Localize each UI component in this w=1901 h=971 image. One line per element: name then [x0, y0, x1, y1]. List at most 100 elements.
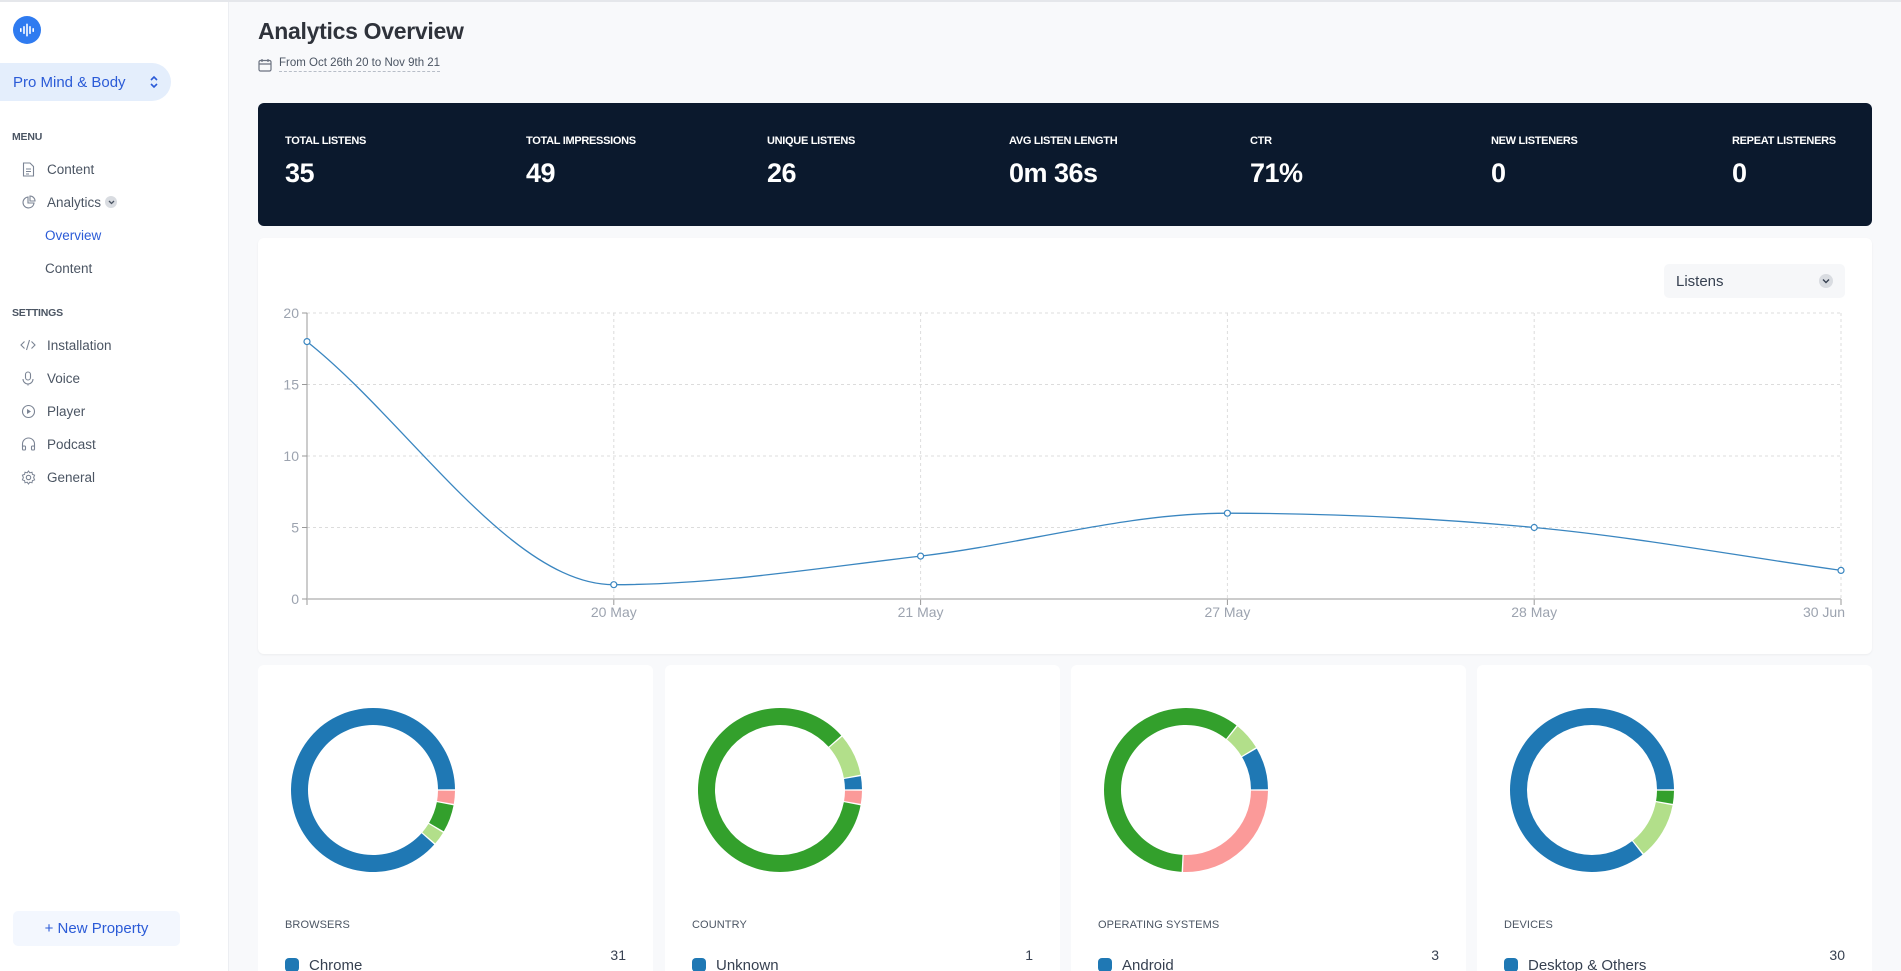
stat-total-impressions: TOTAL IMPRESSIONS 49 — [526, 135, 636, 189]
legend-label: Unknown — [716, 956, 779, 971]
microphone-icon — [20, 370, 36, 386]
sidebar-item-label: Content — [47, 161, 95, 177]
date-range-picker[interactable]: From Oct 26th 20 to Nov 9th 21 — [258, 57, 441, 72]
stat-value: 26 — [767, 158, 797, 188]
donut-slice[interactable] — [291, 708, 455, 872]
chevron-up-down-icon — [150, 75, 158, 89]
property-name: Pro Mind & Body — [13, 73, 126, 91]
stats-banner: TOTAL LISTENS 35 TOTAL IMPRESSIONS 49 UN… — [258, 103, 1872, 226]
sidebar-item-label: Podcast — [47, 436, 96, 452]
sidebar-item-label: Installation — [47, 337, 112, 353]
data-point[interactable] — [1223, 509, 1232, 517]
donut-slice[interactable] — [829, 736, 861, 778]
donut-title: COUNTRY — [692, 919, 747, 931]
donut-slice[interactable] — [1632, 802, 1673, 854]
metric-select-value: Listens — [1676, 272, 1724, 290]
headphones-icon — [20, 436, 36, 452]
stat-label: UNIQUE LISTENS — [767, 135, 856, 147]
legend-item[interactable]: Desktop & Others 30 — [1504, 947, 1845, 971]
data-point[interactable] — [916, 552, 925, 560]
donut-slice[interactable] — [1656, 790, 1674, 804]
stat-value: 71% — [1250, 158, 1303, 188]
play-circle-icon — [20, 403, 36, 419]
date-range-text: From Oct 26th 20 to Nov 9th 21 — [279, 57, 441, 72]
country-donut-chart — [698, 708, 862, 872]
sidebar-item-label: Player — [47, 403, 86, 419]
document-icon — [20, 161, 36, 177]
chevron-down-icon — [1819, 274, 1833, 288]
legend-count: 31 — [610, 947, 626, 963]
donut-slice[interactable] — [437, 790, 455, 804]
legend-item[interactable]: Unknown 1 — [692, 947, 1033, 971]
legend-label: Desktop & Others — [1528, 956, 1647, 971]
donut-title: DEVICES — [1504, 919, 1553, 931]
pie-chart-icon — [20, 194, 36, 210]
sidebar-item-podcast[interactable]: Podcast — [20, 433, 96, 455]
donut-slice[interactable] — [698, 708, 861, 872]
legend-swatch — [1504, 958, 1518, 971]
legend-count: 30 — [1829, 947, 1845, 963]
legend-swatch — [1098, 958, 1112, 971]
data-point[interactable] — [303, 338, 311, 346]
stat-label: CTR — [1250, 135, 1272, 147]
sidebar-subitem-overview[interactable]: Overview — [45, 224, 101, 246]
sidebar-item-analytics[interactable]: Analytics — [20, 191, 118, 213]
data-point[interactable] — [610, 581, 618, 589]
legend-swatch — [285, 958, 299, 971]
stat-value: 35 — [285, 158, 315, 188]
sidebar: Pro Mind & Body MENU Content Analytics O… — [0, 0, 229, 971]
stat-label: TOTAL LISTENS — [285, 135, 367, 147]
sidebar-item-label: General — [47, 469, 96, 485]
listens-chart-card — [258, 238, 1872, 654]
sidebar-item-label: Analytics — [47, 194, 102, 210]
stat-ctr: CTR 71% — [1250, 135, 1303, 189]
browsers-donut-chart — [291, 708, 455, 872]
sidebar-item-label: Voice — [47, 370, 81, 386]
sidebar-item-installation[interactable]: Installation — [20, 334, 112, 356]
chevron-down-icon[interactable] — [105, 196, 118, 208]
new-property-button[interactable]: + New Property — [13, 911, 180, 946]
sidebar-subitem-content[interactable]: Content — [45, 257, 92, 279]
stat-value: 49 — [526, 158, 556, 188]
data-point[interactable] — [1837, 566, 1845, 575]
operating-systems-donut-chart — [1104, 708, 1268, 872]
top-border — [0, 0, 1901, 2]
stat-label: REPEAT LISTENERS — [1732, 135, 1836, 147]
country-card: COUNTRY Unknown 1 — [665, 665, 1060, 971]
legend-item[interactable]: Chrome 31 — [285, 947, 626, 971]
donut-title: OPERATING SYSTEMS — [1098, 919, 1220, 931]
stat-repeat-listeners: REPEAT LISTENERS 0 — [1732, 135, 1836, 189]
devices-card: DEVICES Desktop & Others 30 — [1477, 665, 1872, 971]
stat-value: 0 — [1732, 158, 1747, 188]
donut-slice[interactable] — [1104, 708, 1237, 872]
metric-select[interactable]: Listens — [1664, 264, 1845, 298]
legend-swatch — [692, 958, 706, 971]
sidebar-item-general[interactable]: General — [20, 466, 95, 488]
soundwave-logo-icon[interactable] — [13, 16, 41, 44]
calendar-icon — [258, 58, 272, 72]
stat-total-listens: TOTAL LISTENS 35 — [285, 135, 366, 189]
stat-label: TOTAL IMPRESSIONS — [526, 135, 636, 147]
donut-title: BROWSERS — [285, 919, 350, 931]
legend-count: 1 — [1025, 947, 1033, 963]
sidebar-item-voice[interactable]: Voice — [20, 367, 80, 389]
sidebar-item-content[interactable]: Content — [20, 158, 94, 180]
data-point[interactable] — [1530, 523, 1538, 532]
page-title: Analytics Overview — [258, 18, 464, 44]
donut-slice[interactable] — [844, 790, 862, 804]
stat-new-listeners: NEW LISTENERS 0 — [1491, 135, 1578, 189]
stat-label: AVG LISTEN LENGTH — [1009, 135, 1118, 147]
donut-slice[interactable] — [844, 776, 862, 790]
property-selector[interactable]: Pro Mind & Body — [0, 63, 171, 101]
stat-value: 0 — [1491, 158, 1506, 188]
settings-section-label: SETTINGS — [12, 307, 63, 319]
gear-icon — [20, 469, 36, 485]
stat-value: 0m 36s — [1009, 158, 1098, 188]
legend-item[interactable]: Android 3 — [1098, 947, 1439, 971]
stat-label: NEW LISTENERS — [1491, 135, 1578, 147]
donut-slice[interactable] — [1242, 748, 1268, 790]
donut-slice[interactable] — [1183, 790, 1268, 872]
sidebar-item-player[interactable]: Player — [20, 400, 85, 422]
operating-systems-card: OPERATING SYSTEMS Android 3 — [1071, 665, 1466, 971]
browsers-card: BROWSERS Chrome 31 — [258, 665, 653, 971]
